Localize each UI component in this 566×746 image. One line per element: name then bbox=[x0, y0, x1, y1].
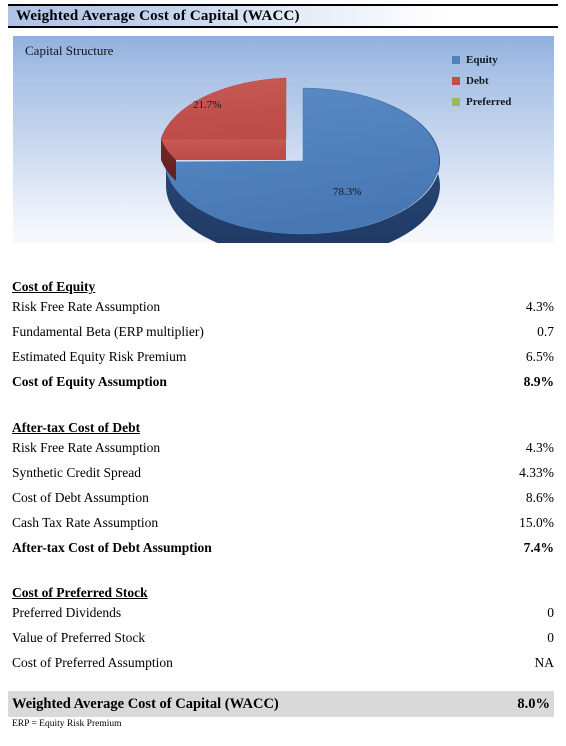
wacc-total-value: 8.0% bbox=[517, 695, 550, 712]
row-value: 6.5% bbox=[525, 349, 554, 364]
row-value: 8.9% bbox=[523, 374, 554, 389]
section-cost-of-preferred-stock: Cost of Preferred Stock Preferred Divide… bbox=[8, 583, 554, 680]
footnote: ERP = Equity Risk Premium bbox=[12, 719, 122, 729]
table-row-total: Cost of Equity Assumption 8.9% bbox=[8, 374, 554, 399]
row-label: Risk Free Rate Assumption bbox=[12, 440, 161, 455]
page-title-bar: Weighted Average Cost of Capital (WACC) bbox=[8, 4, 558, 28]
pie-data-label-equity: 78.3% bbox=[333, 186, 362, 198]
table-row: Fundamental Beta (ERP multiplier) 0.7 bbox=[8, 324, 554, 349]
wacc-total-label: Weighted Average Cost of Capital (WACC) bbox=[12, 695, 279, 712]
section-heading-cost-of-preferred-stock: Cost of Preferred Stock bbox=[12, 585, 148, 600]
row-value: 0.7 bbox=[537, 324, 554, 339]
row-value: 15.0% bbox=[519, 515, 554, 530]
row-value: 4.33% bbox=[519, 465, 554, 480]
table-row-total: After-tax Cost of Debt Assumption 7.4% bbox=[8, 540, 554, 565]
table-row: Risk Free Rate Assumption 4.3% bbox=[8, 440, 554, 465]
row-label: Cost of Debt Assumption bbox=[12, 490, 149, 505]
debt-slice-top bbox=[160, 77, 287, 140]
table-row: Synthetic Credit Spread 4.33% bbox=[8, 465, 554, 490]
table-row: Cost of Preferred Assumption NA bbox=[8, 655, 554, 680]
row-value: 0 bbox=[547, 630, 554, 645]
row-label: Cost of Preferred Assumption bbox=[12, 655, 173, 670]
wacc-total-bar: Weighted Average Cost of Capital (WACC) … bbox=[8, 691, 554, 717]
pie-data-label-debt: 21.7% bbox=[193, 99, 222, 111]
row-label: Fundamental Beta (ERP multiplier) bbox=[12, 324, 204, 339]
row-value: NA bbox=[534, 655, 555, 670]
table-row: Value of Preferred Stock 0 bbox=[8, 630, 554, 655]
pie-chart: 21.7% 78.3% bbox=[13, 36, 554, 243]
section-after-tax-cost-of-debt: After-tax Cost of Debt Risk Free Rate As… bbox=[8, 418, 554, 565]
table-row: Estimated Equity Risk Premium 6.5% bbox=[8, 349, 554, 374]
table-row: Preferred Dividends 0 bbox=[8, 605, 554, 630]
row-value: 4.3% bbox=[525, 299, 554, 314]
row-value: 8.6% bbox=[525, 490, 554, 505]
row-label: Cost of Equity Assumption bbox=[12, 374, 167, 389]
section-heading-after-tax-cost-of-debt: After-tax Cost of Debt bbox=[12, 420, 141, 435]
row-label: Synthetic Credit Spread bbox=[12, 465, 141, 480]
section-cost-of-equity: Cost of Equity Risk Free Rate Assumption… bbox=[8, 277, 554, 399]
row-label: Risk Free Rate Assumption bbox=[12, 299, 161, 314]
table-row: Risk Free Rate Assumption 4.3% bbox=[8, 299, 554, 324]
row-value: 4.3% bbox=[525, 440, 554, 455]
row-label: After-tax Cost of Debt Assumption bbox=[12, 540, 212, 555]
page-title: Weighted Average Cost of Capital (WACC) bbox=[16, 8, 300, 24]
row-value: 0 bbox=[547, 605, 554, 620]
table-row: Cost of Debt Assumption 8.6% bbox=[8, 490, 554, 515]
debt-slice-top-lower bbox=[161, 139, 286, 160]
row-value: 7.4% bbox=[523, 540, 554, 555]
pie-chart-svg bbox=[160, 77, 440, 243]
row-label: Cash Tax Rate Assumption bbox=[12, 515, 159, 530]
section-heading-cost-of-equity: Cost of Equity bbox=[12, 279, 96, 294]
row-label: Estimated Equity Risk Premium bbox=[12, 349, 187, 364]
row-label: Preferred Dividends bbox=[12, 605, 122, 620]
row-label: Value of Preferred Stock bbox=[12, 630, 146, 645]
capital-structure-chart-panel: Capital Structure Equity Debt Preferred bbox=[13, 36, 554, 243]
table-row: Cash Tax Rate Assumption 15.0% bbox=[8, 515, 554, 540]
